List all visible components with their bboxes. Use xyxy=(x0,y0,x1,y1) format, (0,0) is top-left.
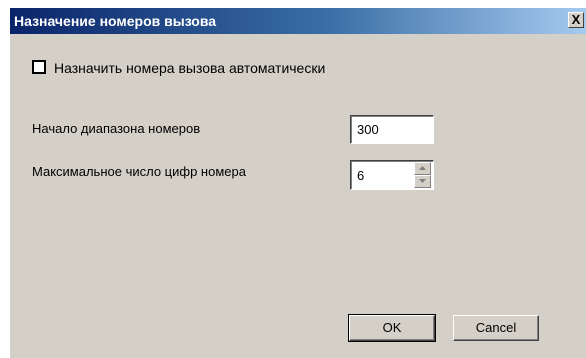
max-digits-label: Максимальное число цифр номера xyxy=(32,164,246,179)
ok-button[interactable]: OK xyxy=(348,314,436,342)
auto-assign-label[interactable]: Назначить номера вызова автоматически xyxy=(54,60,325,76)
spin-up-button[interactable] xyxy=(414,162,431,175)
window-title: Назначение номеров вызова xyxy=(14,13,217,29)
spin-down-button[interactable] xyxy=(414,175,431,188)
dialog-window: Назначение номеров вызова X Назначить но… xyxy=(10,8,586,358)
close-button[interactable]: X xyxy=(568,12,584,28)
cancel-button[interactable]: Cancel xyxy=(453,315,539,341)
auto-assign-checkbox[interactable] xyxy=(32,60,46,74)
spin-down-icon xyxy=(419,179,426,183)
range-start-label: Начало диапазона номеров xyxy=(32,121,201,136)
range-start-input[interactable] xyxy=(350,115,434,144)
max-digits-spinner[interactable] xyxy=(350,160,434,190)
spin-up-icon xyxy=(419,166,426,170)
title-bar[interactable]: Назначение номеров вызова X xyxy=(10,8,586,34)
close-icon: X xyxy=(571,12,581,27)
